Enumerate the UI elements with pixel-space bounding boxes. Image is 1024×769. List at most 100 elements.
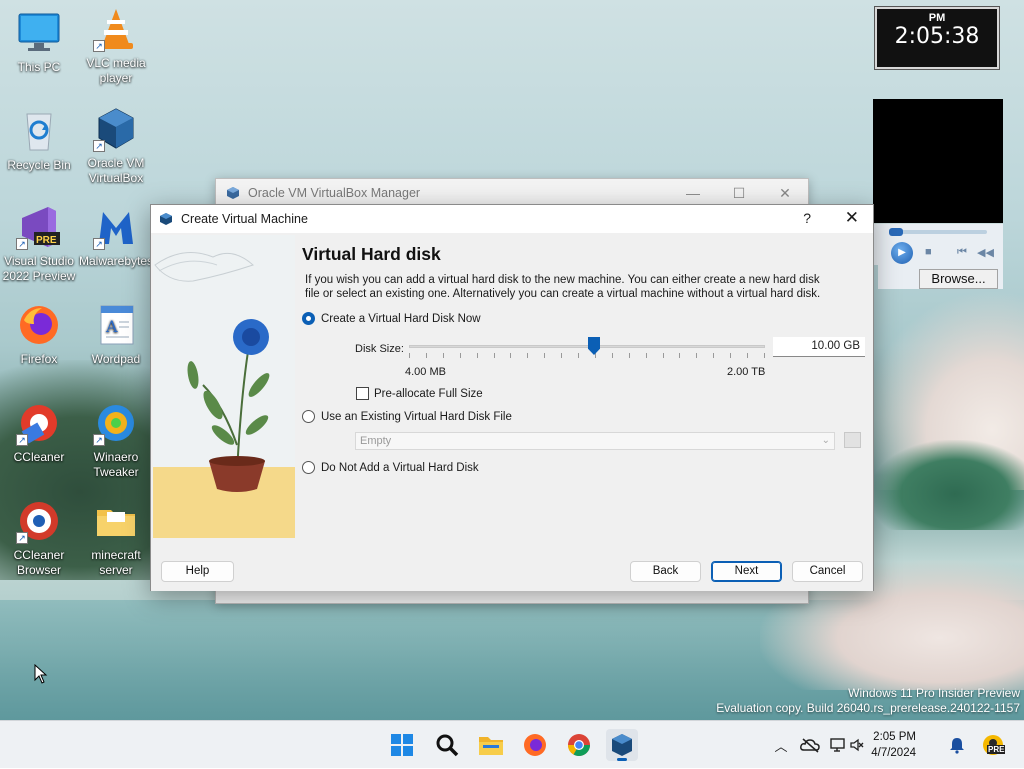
desktop-icon-label: Wordpad <box>91 352 141 366</box>
slider-tick <box>679 353 680 358</box>
chrome-taskbar-button[interactable] <box>563 729 595 761</box>
radio-existing-disk[interactable] <box>302 410 315 423</box>
folder-icon <box>93 498 139 544</box>
desktop-icon-this-pc[interactable]: This PC <box>0 10 78 75</box>
taskbar-clock[interactable]: 2:05 PM 4/7/2024 <box>860 729 916 761</box>
vlc-cone-icon: ↗ <box>93 6 139 52</box>
search-button[interactable] <box>431 729 463 761</box>
radio-no-disk[interactable] <box>302 461 315 474</box>
desktop-icon-recycle-bin[interactable]: Recycle Bin <box>0 108 78 173</box>
close-icon[interactable]: ✕ <box>845 208 859 228</box>
insider-badge-icon[interactable]: PRE <box>981 733 1006 757</box>
media-seek-bar[interactable] <box>889 228 987 236</box>
media-controls: ▶ ■ ⏮ ◀◀ <box>873 223 1003 265</box>
back-button[interactable]: Back <box>630 561 701 582</box>
desktop-icon-wordpad[interactable]: A Wordpad <box>77 302 155 367</box>
stop-icon[interactable]: ■ <box>925 246 932 258</box>
wordpad-icon: A <box>93 302 139 348</box>
shortcut-arrow-icon: ↗ <box>16 434 28 446</box>
start-button[interactable] <box>386 729 418 761</box>
notification-bell-icon[interactable] <box>948 736 966 754</box>
media-screen <box>873 99 1003 223</box>
shortcut-arrow-icon: ↗ <box>93 238 105 250</box>
slider-tick <box>426 353 427 358</box>
radio-existing-disk-row[interactable]: Use an Existing Virtual Hard Disk File <box>302 410 512 423</box>
dialog-titlebar[interactable]: Create Virtual Machine <box>151 205 873 233</box>
virtualbox-taskbar-button[interactable] <box>606 729 638 761</box>
desktop-icon-malwarebytes[interactable]: ↗ Malwarebytes <box>77 204 155 269</box>
maximize-icon[interactable]: ☐ <box>716 179 762 207</box>
rewind-icon[interactable]: ◀◀ <box>977 246 994 259</box>
file-explorer-button[interactable] <box>475 729 507 761</box>
previous-icon[interactable]: ⏮ <box>957 246 967 259</box>
active-indicator <box>617 758 627 761</box>
desktop-icon-ccleaner[interactable]: ↗ CCleaner <box>0 400 78 465</box>
disk-size-min-label: 4.00 MB <box>405 366 446 378</box>
cancel-button[interactable]: Cancel <box>792 561 863 582</box>
chrome-icon <box>568 734 590 756</box>
winaero-icon: ↗ <box>93 400 139 446</box>
radio-no-disk-label: Do Not Add a Virtual Hard Disk <box>321 461 479 474</box>
slider-tick <box>578 353 579 358</box>
clock-ampm: PM <box>928 12 946 24</box>
desktop-icon-label: CCleaner Browser <box>13 548 65 577</box>
close-icon[interactable]: ✕ <box>762 179 808 207</box>
create-vm-dialog[interactable]: Create Virtual Machine ? ✕ Virtual Hard … <box>150 204 874 591</box>
virtualbox-cube-icon: ↗ <box>93 106 139 152</box>
svg-text:A: A <box>105 317 118 336</box>
slider-tick <box>764 353 765 358</box>
watermark-line-1: Windows 11 Pro Insider Preview <box>848 686 1020 700</box>
slider-tick <box>510 353 511 358</box>
desktop-icon-label: VLC media player <box>86 56 146 85</box>
desktop-icon-minecraft-server[interactable]: minecraft server <box>77 498 155 578</box>
browse-button[interactable]: Browse... <box>919 269 998 289</box>
desktop-icon-winaero[interactable]: ↗ Winaero Tweaker <box>77 400 155 480</box>
desktop-icon-firefox[interactable]: Firefox <box>0 302 78 367</box>
disk-size-input[interactable]: 10.00 GB <box>773 337 865 357</box>
page-description: If you wish you can add a virtual hard d… <box>305 274 821 300</box>
radio-no-disk-row[interactable]: Do Not Add a Virtual Hard Disk <box>302 461 479 474</box>
desktop-icon-label: Winaero Tweaker <box>93 450 139 479</box>
clock-widget[interactable]: PM 2:05:38 <box>874 6 1000 70</box>
shortcut-arrow-icon: ↗ <box>16 238 28 250</box>
tray-pre-badge: PRE <box>987 745 1006 754</box>
slider-tick <box>612 353 613 358</box>
desktop-icon-label: Malwarebytes <box>78 254 154 268</box>
monitor-icon <box>16 10 62 56</box>
minimize-icon[interactable]: — <box>670 179 716 207</box>
preallocate-checkbox[interactable] <box>356 387 369 400</box>
slider-tick <box>544 353 545 358</box>
help-question-icon[interactable]: ? <box>803 210 811 226</box>
play-icon[interactable]: ▶ <box>891 242 913 264</box>
desktop-icon-virtualbox[interactable]: ↗ Oracle VM VirtualBox <box>77 106 155 186</box>
search-icon <box>436 734 459 757</box>
desktop-icon-ccleaner-browser[interactable]: ↗ CCleaner Browser <box>0 498 78 578</box>
recycle-bin-icon <box>16 108 62 154</box>
radio-create-disk[interactable] <box>302 312 315 325</box>
taskbar-time: 2:05 PM <box>873 731 916 743</box>
existing-disk-select: Empty ⌄ <box>355 432 835 450</box>
malwarebytes-icon: ↗ <box>93 204 139 250</box>
desktop-icon-vlc[interactable]: ↗ VLC media player <box>77 6 155 86</box>
wizard-illustration <box>153 235 295 538</box>
slider-tick <box>494 353 495 358</box>
slider-tick <box>629 353 630 358</box>
clock-time: 2:05:38 <box>894 24 980 49</box>
ccleaner-browser-icon: ↗ <box>16 498 62 544</box>
slider-tick <box>730 353 731 358</box>
firefox-taskbar-button[interactable] <box>519 729 551 761</box>
onedrive-icon[interactable] <box>800 737 820 753</box>
media-player-widget: ▶ ■ ⏮ ◀◀ Browse... <box>873 99 1003 289</box>
desktop-icon-visual-studio[interactable]: PRE ↗ Visual Studio 2022 Preview <box>0 204 78 284</box>
radio-create-disk-row[interactable]: Create a Virtual Hard Disk Now <box>302 312 481 325</box>
virtualbox-icon <box>612 734 632 756</box>
network-icon[interactable] <box>830 737 848 753</box>
firefox-icon <box>524 734 546 756</box>
chevron-up-icon[interactable]: ︿ <box>770 736 792 755</box>
disk-size-slider[interactable] <box>407 337 767 361</box>
next-button[interactable]: Next <box>711 561 782 582</box>
desktop-icon-label: Recycle Bin <box>7 158 71 172</box>
desktop-icon-label: minecraft server <box>91 548 141 577</box>
preallocate-row[interactable]: Pre-allocate Full Size <box>356 387 483 400</box>
help-button[interactable]: Help <box>161 561 234 582</box>
